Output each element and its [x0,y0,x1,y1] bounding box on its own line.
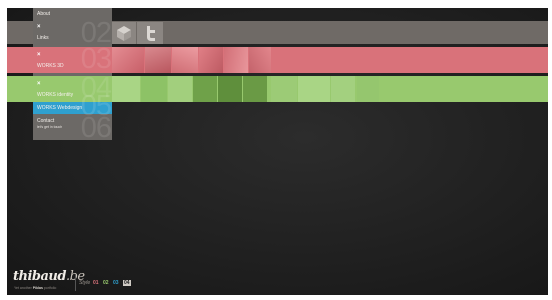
menu-item-contact-sub: let's get in touch [37,125,63,129]
work-3d-thumb-3[interactable] [172,47,198,73]
style-option-01[interactable]: 01 [93,280,99,286]
close-icon[interactable]: × [37,52,41,58]
style-option-02[interactable]: 02 [103,280,109,286]
style-option-04[interactable]: 04 [123,280,131,286]
menu-item-works-3d[interactable]: 03 × WORKS 3D [33,43,112,75]
identity-thumb-5[interactable] [218,76,242,102]
tagline: Yet another Piklas portfolio [14,286,56,290]
section-number: 06 [80,112,112,144]
menu-item-works-identity-label: WORKS identity [37,92,74,98]
menu-item-works-3d-label: WORKS 3D [37,63,64,69]
tagline-brand: Piklas [32,286,43,290]
style-label: Style [79,280,91,286]
identity-thumb-2[interactable] [141,76,167,102]
identity-thumb-4[interactable] [193,76,217,102]
menu-item-contact-label: Contact [37,118,55,124]
tagline-suffix: portfolio [43,286,57,290]
menu-item-contact[interactable]: 06 Contact let's get in touch [33,112,112,144]
twitter-icon[interactable] [137,22,163,44]
identity-thumb-3[interactable] [168,76,192,102]
work-3d-thumb-4[interactable] [199,47,223,73]
identity-thumb-6[interactable] [243,76,267,102]
main-menu: About 02 × Links 03 × WORKS 3D 04 × WORK… [33,8,112,144]
menu-item-works-webdesign-label: WORKS Webdesign [37,105,83,111]
identity-thumb-8[interactable] [298,76,330,102]
tagline-prefix: Yet another [14,286,32,290]
section-number: 03 [80,43,112,75]
identity-thumb-9[interactable] [331,76,355,102]
identity-thumb-7[interactable] [271,76,297,102]
menu-item-links-label: Links [37,35,49,41]
work-3d-thumb-2[interactable] [145,47,171,73]
menu-item-about-label: About [37,11,51,17]
work-3d-thumb-1[interactable] [112,47,144,73]
cube-icon[interactable] [112,22,136,44]
close-icon[interactable]: × [37,24,41,30]
logo-name: thibaud [13,269,66,284]
style-option-03[interactable]: 03 [113,280,119,286]
work-3d-thumb-6[interactable] [249,47,271,73]
identity-thumb-1[interactable] [112,76,140,102]
footer-divider [75,274,76,291]
identity-thumb-10[interactable] [357,76,379,102]
site-logo[interactable]: thibaud.be [13,269,85,284]
menu-item-links[interactable]: 02 × Links [33,19,112,48]
close-icon[interactable]: × [37,81,41,87]
portfolio-canvas: About 02 × Links 03 × WORKS 3D 04 × WORK… [7,8,548,295]
work-3d-thumb-5[interactable] [224,47,248,73]
